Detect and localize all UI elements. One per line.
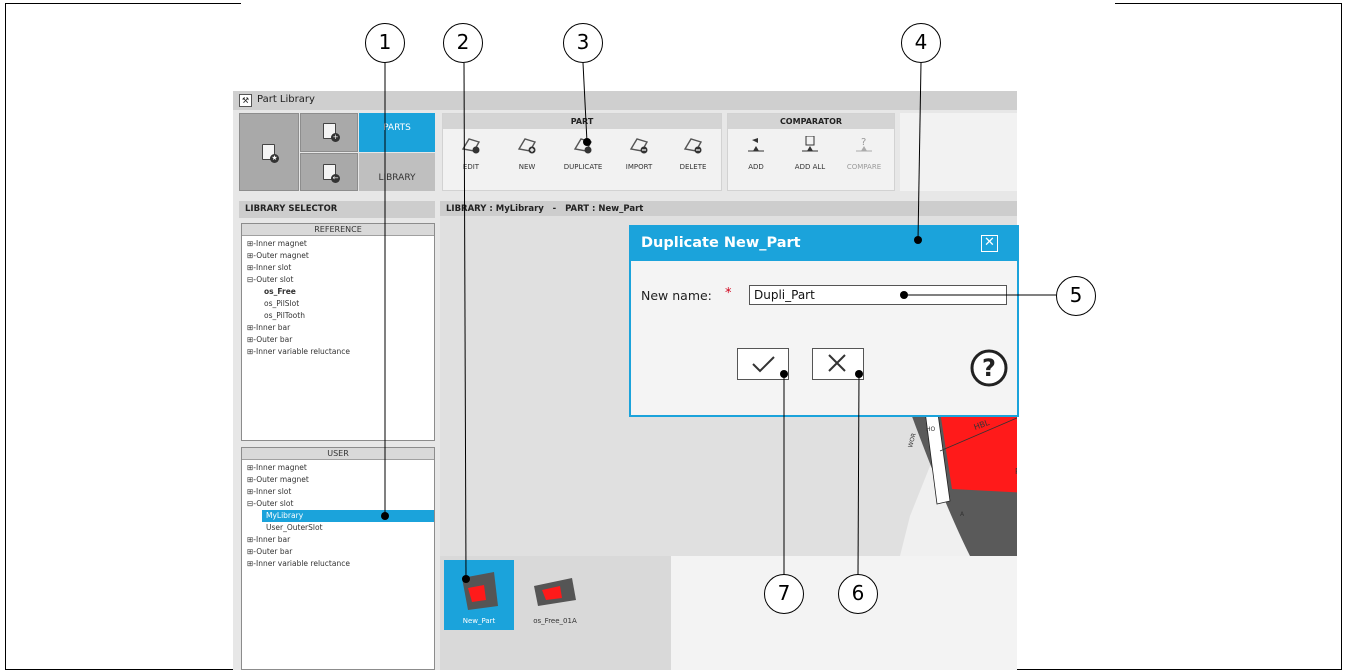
callout-dot — [381, 512, 389, 520]
callout-dot — [914, 236, 922, 244]
callout-leader-lines — [384, 62, 1056, 580]
callout-2: 2 — [443, 23, 483, 63]
callout-dot — [780, 370, 788, 378]
callout-6: 6 — [838, 574, 878, 614]
callout-dot — [900, 291, 908, 299]
callout-1: 1 — [365, 23, 405, 63]
callout-4: 4 — [901, 23, 941, 63]
callout-7: 7 — [764, 574, 804, 614]
callout-dot — [583, 138, 591, 146]
callout-dot — [855, 370, 863, 378]
callout-5: 5 — [1056, 276, 1096, 316]
callout-3: 3 — [563, 23, 603, 63]
callout-dot — [462, 575, 470, 583]
